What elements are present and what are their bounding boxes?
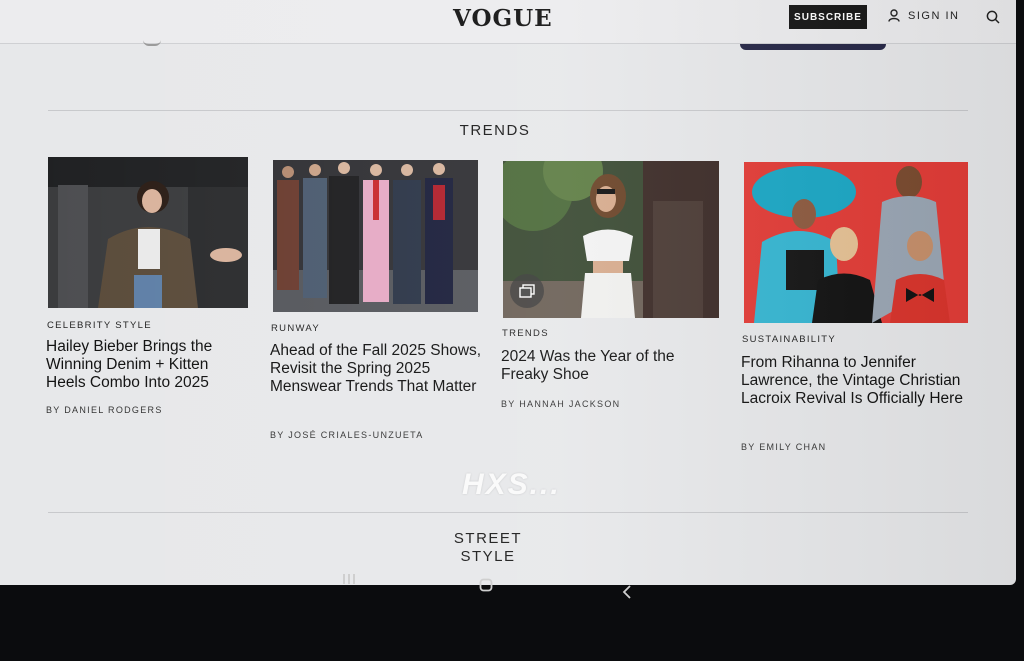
section-title-street-style: STREET STYLE (443, 530, 533, 566)
subscribe-button[interactable]: SUBSCRIBE (789, 5, 867, 29)
article-headline[interactable]: 2024 Was the Year of the Freaky Shoe (501, 348, 723, 384)
vogue-logo[interactable]: VOGUE (453, 5, 553, 32)
watermark: HXS... (462, 468, 561, 501)
article-image[interactable] (48, 157, 248, 308)
sign-in-label: SIGN IN (908, 9, 960, 22)
gallery-button[interactable] (510, 274, 544, 308)
previous-section-remnant (143, 40, 161, 46)
section-title-trends: TRENDS (459, 122, 531, 139)
gallery-icon (519, 284, 535, 298)
recent-apps-button[interactable] (342, 572, 356, 588)
article-headline[interactable]: Hailey Bieber Brings the Winning Denim +… (46, 338, 246, 392)
article-category[interactable]: RUNWAY (271, 323, 320, 334)
divider (48, 110, 968, 111)
article-category[interactable]: CELEBRITY STYLE (47, 320, 152, 331)
article-image[interactable] (273, 160, 478, 312)
recent-apps-icon (343, 574, 355, 584)
home-icon (479, 578, 493, 592)
article-byline[interactable]: BY DANIEL RODGERS (46, 405, 163, 415)
street-style-line-2: STYLE (460, 548, 516, 565)
search-icon[interactable] (985, 9, 1001, 25)
home-button[interactable] (479, 578, 493, 595)
back-icon (622, 585, 631, 599)
tablet-screen: VOGUE SUBSCRIBE SIGN IN TRENDS CELEBRITY… (0, 0, 1016, 585)
article-byline[interactable]: BY HANNAH JACKSON (501, 399, 620, 409)
article-byline[interactable]: BY JOSÉ CRIALES-UNZUETA (270, 430, 424, 440)
user-icon (888, 9, 900, 22)
article-image[interactable] (744, 162, 968, 323)
divider (48, 512, 968, 513)
previous-section-button-edge (740, 44, 886, 50)
site-header: VOGUE SUBSCRIBE SIGN IN (0, 0, 1016, 44)
street-style-line-1: STREET (453, 530, 523, 547)
photo-red-carpet (744, 162, 968, 323)
photo-celebrity (48, 157, 248, 308)
photo-runway (273, 160, 478, 312)
back-button[interactable] (622, 585, 632, 602)
article-byline[interactable]: BY EMILY CHAN (741, 442, 826, 452)
sign-in-link[interactable]: SIGN IN (888, 9, 959, 22)
article-headline[interactable]: From Rihanna to Jennifer Lawrence, the V… (741, 354, 969, 408)
article-category[interactable]: SUSTAINABILITY (742, 334, 836, 345)
article-category[interactable]: TRENDS (502, 328, 549, 339)
article-headline[interactable]: Ahead of the Fall 2025 Shows, Revisit th… (270, 342, 482, 396)
